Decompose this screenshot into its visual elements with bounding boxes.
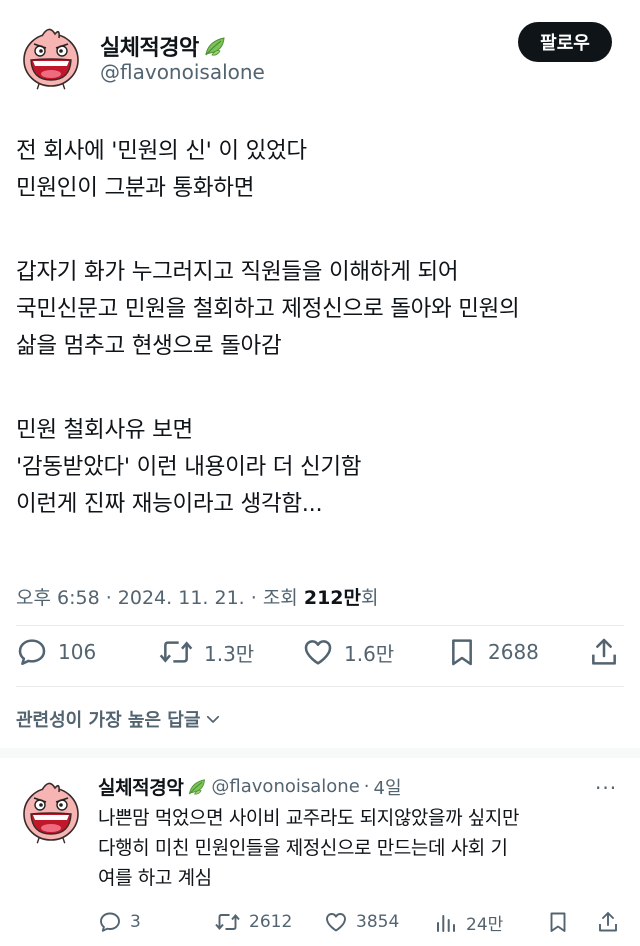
reply-retweet-count: 2612 <box>249 912 293 932</box>
reply-like-button[interactable]: 3854 <box>324 910 399 934</box>
reply-display-name[interactable]: 실체적경악 <box>98 773 184 800</box>
tweet-line: 민원인이 그분과 통화하면 <box>16 175 255 201</box>
like-count: 1.6만 <box>344 641 395 666</box>
avatar-character-icon <box>23 28 79 91</box>
reply-time[interactable]: 4일 <box>374 774 402 800</box>
share-button[interactable] <box>588 636 620 668</box>
section-separator <box>0 748 640 758</box>
display-name-text[interactable]: 실체적경악 <box>100 30 199 62</box>
bookmark-icon <box>550 912 566 932</box>
tweet-meta: 오후 6:58 · 2024. 11. 21. · 조회 212만회 <box>16 587 379 609</box>
reply-separator: · <box>363 776 370 797</box>
reply-handle[interactable]: @flavonoisalone <box>211 776 359 797</box>
views-count: 212만 <box>303 587 361 609</box>
reply-line: 나쁜맘 먹었으면 사이비 교주라도 되지않았을까 싶지만 <box>98 807 520 829</box>
retweet-count: 1.3만 <box>204 641 255 666</box>
tweet-line: 삶을 멈추고 현생으로 돌아감 <box>16 333 282 359</box>
reply-reply-count: 3 <box>130 912 141 932</box>
reply-bookmark-button[interactable] <box>546 910 570 934</box>
tweet-line: 국민신문고 민원을 철회하고 제정신으로 돌아와 민원의 <box>16 296 520 322</box>
tweet-line: 이런게 진짜 재능이라고 생각함... <box>16 491 323 517</box>
tweet-page: 실체적경악 @flavonoisalone 팔로우 전 회사에 '민원의 신' … <box>0 0 640 946</box>
follow-button[interactable]: 팔로우 <box>518 22 612 62</box>
views-icon <box>437 914 455 932</box>
reply-retweet-button[interactable]: 2612 <box>214 910 292 934</box>
reply-count: 106 <box>58 640 97 664</box>
tweet-line: 민원 철회사유 보면 <box>16 417 193 443</box>
share-icon <box>599 912 617 932</box>
tweet-date[interactable]: 2024. 11. 21. <box>118 587 245 609</box>
reply-line: 여를 하고 계심 <box>98 867 212 889</box>
reply-icon <box>100 912 120 932</box>
reply-button[interactable]: 106 <box>16 636 96 668</box>
reply-sort-dropdown[interactable]: 관련성이 가장 높은 답글 <box>16 706 222 732</box>
reply-line: 다행히 미친 민원인들을 제정신으로 만드는데 사회 기 <box>98 837 508 859</box>
reply-text: 나쁜맘 먹었으면 사이비 교주라도 되지않았을까 싶지만 다행히 미친 민원인들… <box>98 803 628 893</box>
avatar[interactable] <box>16 22 86 92</box>
bookmark-count: 2688 <box>488 640 539 664</box>
like-icon <box>326 913 346 932</box>
divider <box>16 686 624 687</box>
chevron-down-icon <box>207 715 220 723</box>
handle[interactable]: @flavonoisalone <box>100 60 265 84</box>
reply-icon <box>18 639 46 665</box>
tweet-line: 갑자기 화가 누그러지고 직원들을 이해하게 되어 <box>16 259 459 285</box>
bookmark-icon <box>452 639 472 666</box>
leaf-icon <box>187 777 207 796</box>
reply-views-count: 24만 <box>466 915 504 935</box>
retweet-icon <box>159 641 193 663</box>
tweet-line: '감동받았다' 이런 내용이라 더 신기함 <box>16 454 362 480</box>
leaf-icon <box>203 35 227 57</box>
reply-header: 실체적경악 @flavonoisalone · 4일 <box>98 773 402 800</box>
tweet-line: 전 회사에 '민원의 신' 이 있었다 <box>16 138 307 164</box>
display-name[interactable]: 실체적경악 <box>100 30 227 62</box>
divider <box>16 625 624 626</box>
share-icon <box>592 638 616 665</box>
bookmark-button[interactable]: 2688 <box>446 636 539 668</box>
sort-label: 관련성이 가장 높은 답글 <box>16 710 201 731</box>
retweet-button[interactable]: 1.3만 <box>158 636 254 668</box>
tweet-time[interactable]: 오후 6:58 <box>16 587 100 609</box>
more-options-icon[interactable]: ··· <box>595 776 617 800</box>
reply-reply-button[interactable]: 3 <box>98 910 141 934</box>
views-suffix: 회 <box>361 587 379 609</box>
reply-avatar[interactable] <box>16 776 86 846</box>
like-icon <box>304 640 332 665</box>
retweet-icon <box>215 914 240 930</box>
reply-share-button[interactable] <box>596 910 620 934</box>
reply-like-count: 3854 <box>356 912 400 932</box>
views-label: 조회 <box>262 587 298 609</box>
reply-views-button[interactable]: 24만 <box>434 910 503 935</box>
avatar-character-icon <box>23 782 79 845</box>
tweet-text: 전 회사에 '민원의 신' 이 있었다 민원인이 그분과 통화하면 갑자기 화가… <box>16 133 626 523</box>
like-button[interactable]: 1.6만 <box>302 636 394 668</box>
